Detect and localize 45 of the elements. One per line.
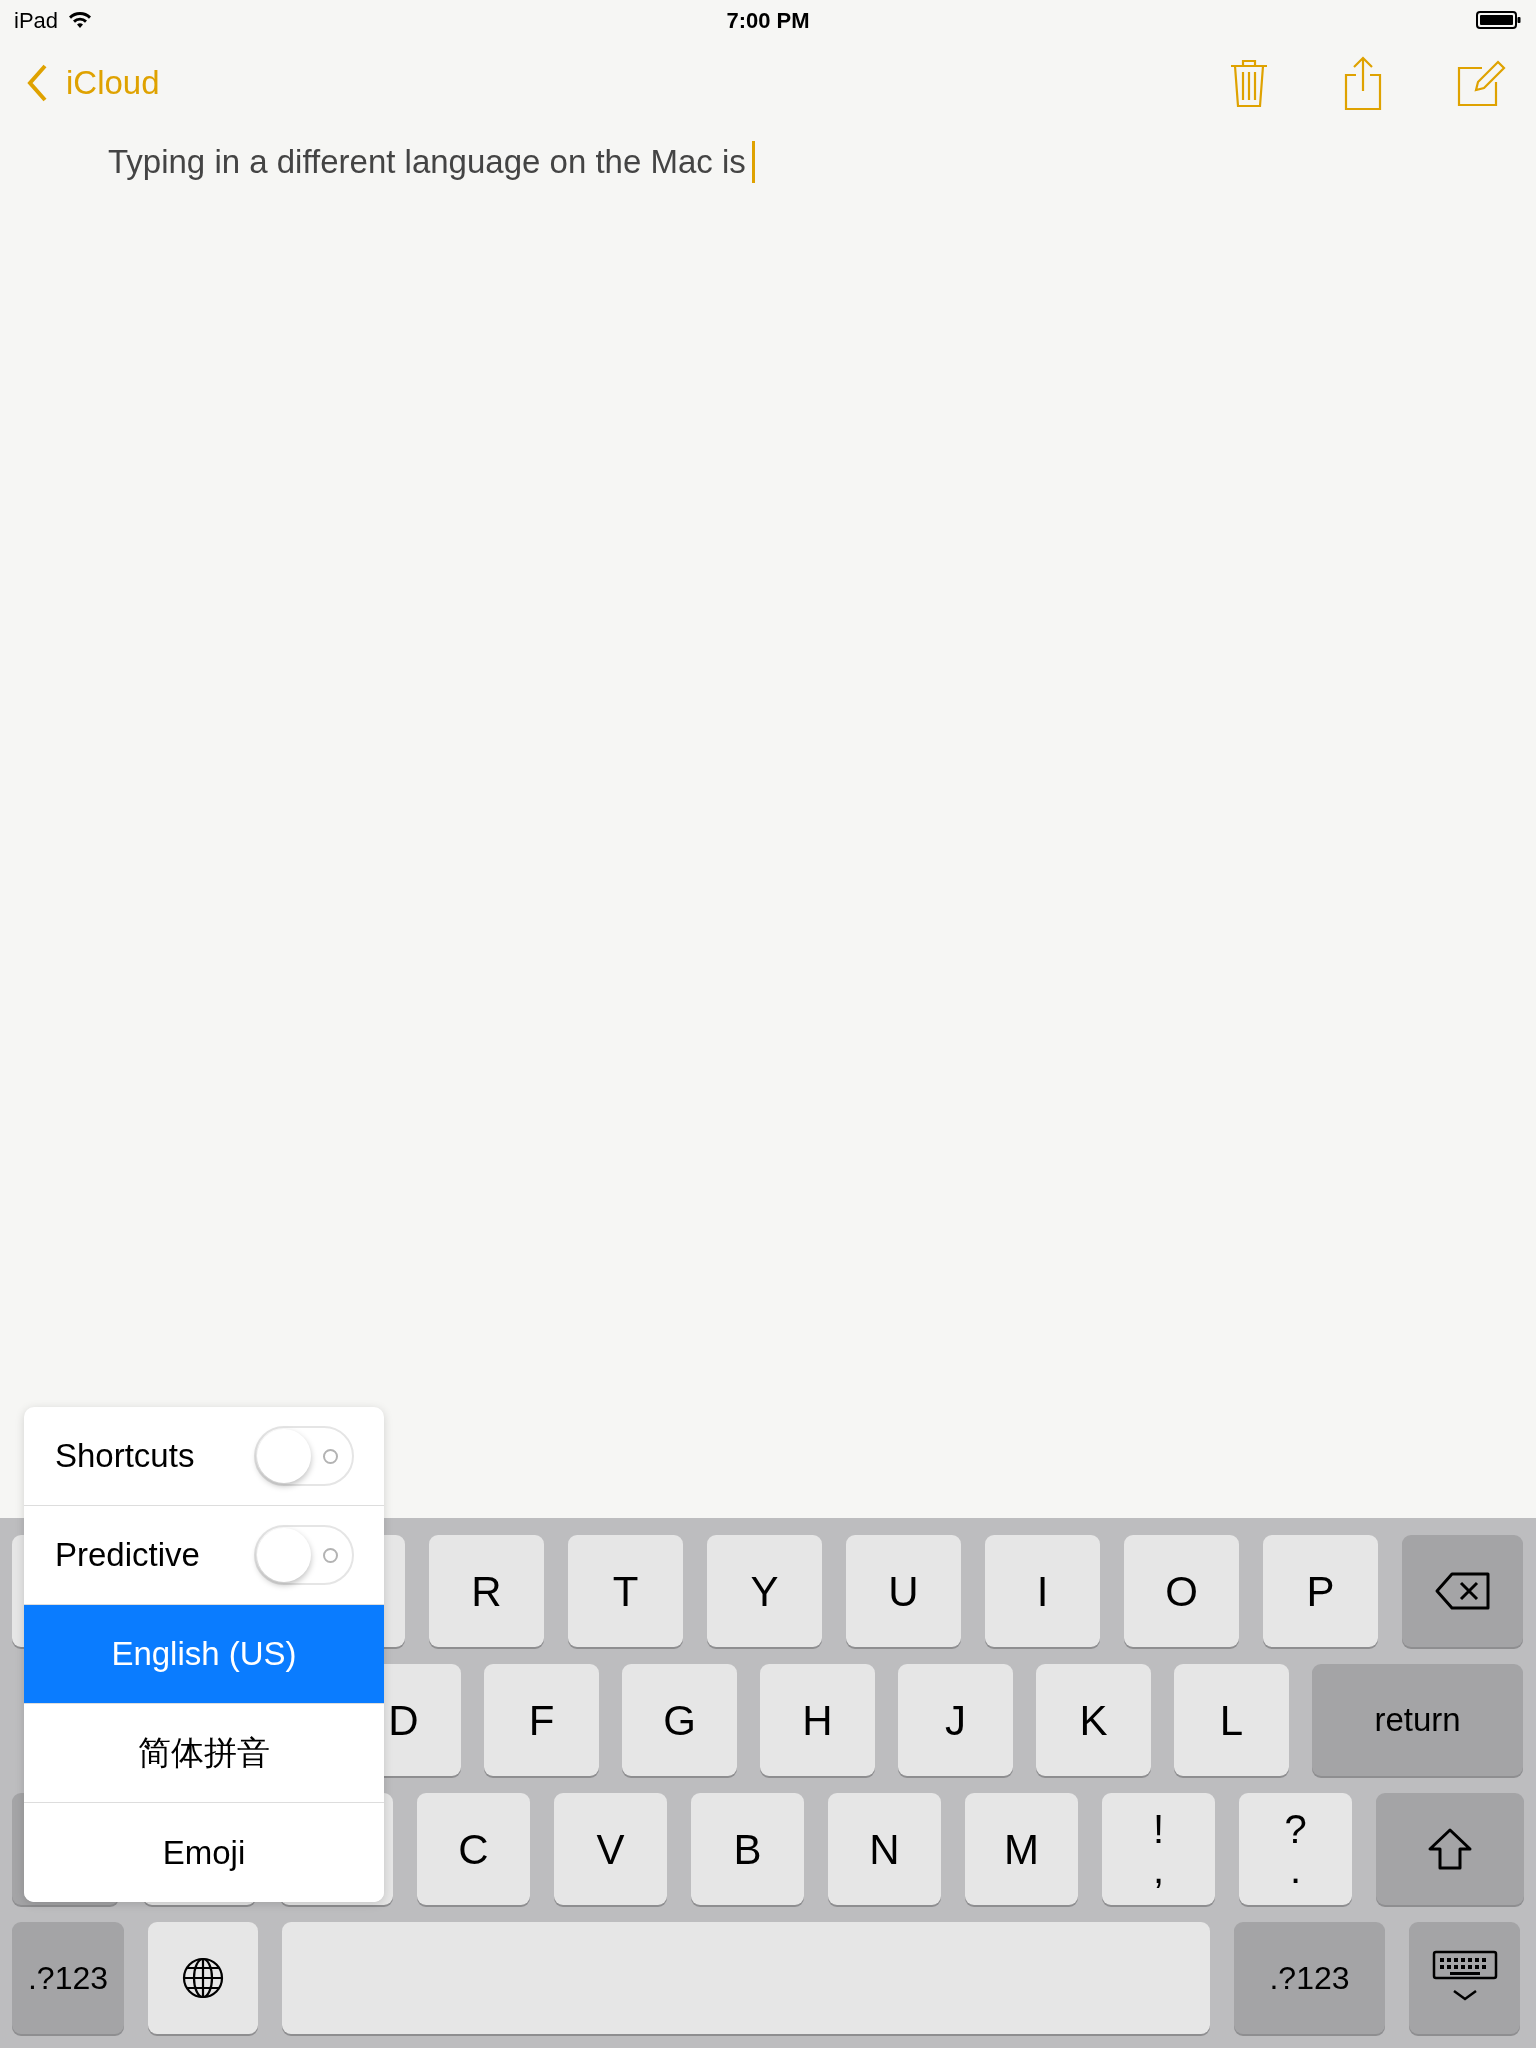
delete-icon	[1433, 1571, 1492, 1611]
language-option[interactable]: 简体拼音	[24, 1704, 384, 1803]
keyboard-key[interactable]: G	[622, 1664, 737, 1776]
keyboard-key[interactable]: R	[429, 1535, 544, 1647]
chevron-left-icon	[26, 62, 48, 103]
hide-keyboard-key[interactable]	[1409, 1922, 1520, 2034]
keyboard-key[interactable]: ? .	[1239, 1793, 1352, 1905]
note-text: Typing in a different language on the Mac is	[108, 142, 746, 182]
keyboard-key[interactable]: C	[417, 1793, 530, 1905]
shift-key[interactable]	[1376, 1793, 1524, 1905]
keyboard-key[interactable]: J	[898, 1664, 1013, 1776]
keyboard-key[interactable]: B	[691, 1793, 804, 1905]
toggle-label: Shortcuts	[55, 1436, 195, 1477]
keyboard-key[interactable]: N	[828, 1793, 941, 1905]
globe-key[interactable]	[148, 1922, 258, 2034]
globe-icon	[181, 1956, 225, 2000]
keyboard-key[interactable]: K	[1036, 1664, 1151, 1776]
toggle-label: Predictive	[55, 1535, 200, 1576]
numbers-key[interactable]: .?123	[1234, 1922, 1385, 2034]
toggle-switch[interactable]	[254, 1426, 354, 1486]
shift-icon	[1426, 1827, 1474, 1871]
keyboard-key[interactable]: P	[1263, 1535, 1378, 1647]
keyboard-key[interactable]: O	[1124, 1535, 1239, 1647]
device-label: iPad	[14, 6, 59, 35]
return-key[interactable]: return	[1312, 1664, 1523, 1776]
share-icon[interactable]	[1342, 54, 1384, 111]
numbers-key[interactable]: .?123	[12, 1922, 124, 2034]
toggle-switch[interactable]	[254, 1525, 354, 1585]
keyboard-key[interactable]: ! ,	[1102, 1793, 1215, 1905]
keyboard-key[interactable]: T	[568, 1535, 683, 1647]
battery-icon	[1476, 10, 1522, 30]
keyboard-key[interactable]: H	[760, 1664, 875, 1776]
keyboard-key[interactable]: V	[554, 1793, 667, 1905]
keyboard-key[interactable]: F	[484, 1664, 599, 1776]
delete-key[interactable]	[1402, 1535, 1523, 1647]
keyboard-key[interactable]: U	[846, 1535, 961, 1647]
keyboard-key[interactable]: I	[985, 1535, 1100, 1647]
language-option[interactable]: Emoji	[24, 1803, 384, 1902]
clock-time: 7:00 PM	[726, 6, 810, 35]
keyboard-key[interactable]: M	[965, 1793, 1078, 1905]
keyboard-key[interactable]: Y	[707, 1535, 822, 1647]
language-option[interactable]: English (US)	[24, 1605, 384, 1704]
wifi-icon	[68, 11, 93, 29]
keyboard-key[interactable]: L	[1174, 1664, 1289, 1776]
text-cursor	[751, 140, 755, 183]
